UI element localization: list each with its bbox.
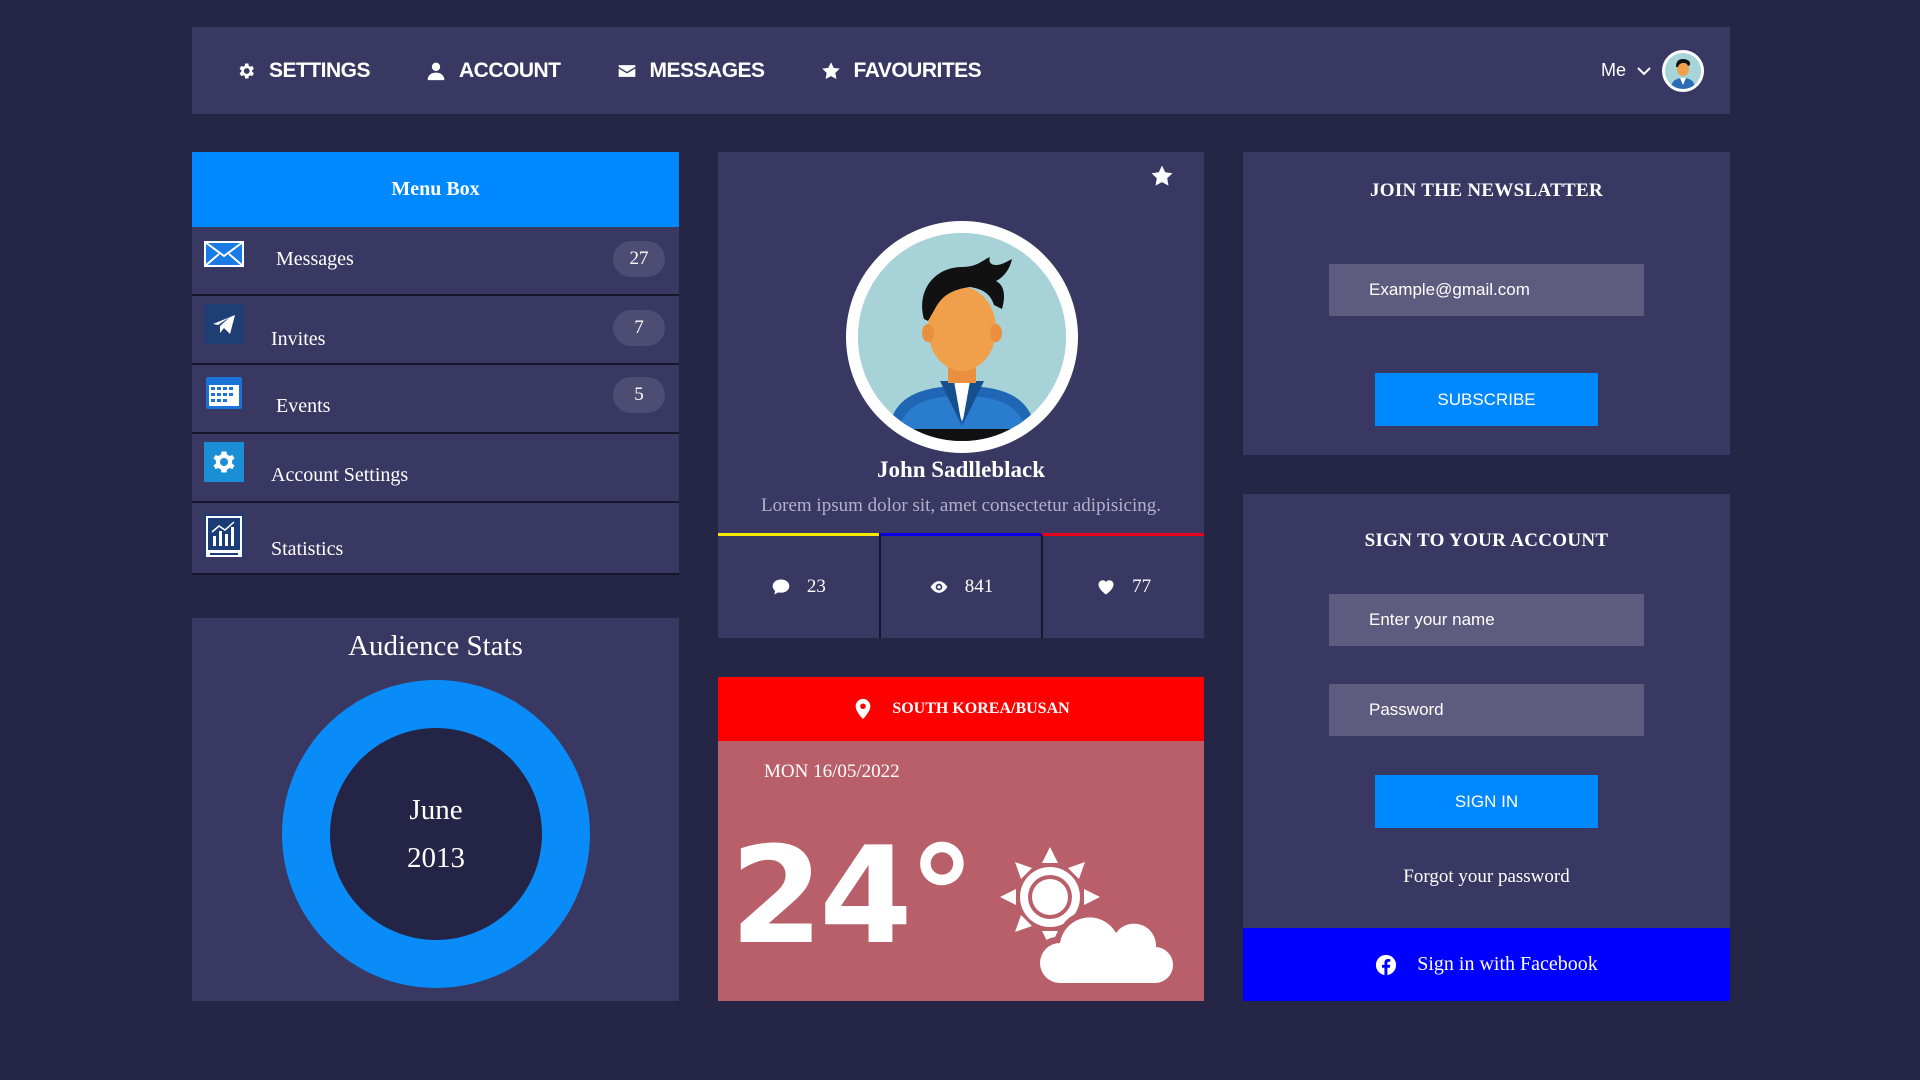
menu-item-messages[interactable]: Messages 27 [192, 227, 679, 296]
menu-item-label: Account Settings [271, 464, 409, 486]
count-badge: 27 [613, 241, 665, 277]
settings-icon [204, 442, 244, 482]
user-icon [427, 62, 445, 80]
envelope-icon [618, 64, 635, 77]
menu-box-title: Menu Box [192, 152, 679, 227]
user-menu-label: Me [1600, 60, 1626, 80]
sign-in-button[interactable]: SIGN IN [1375, 775, 1598, 828]
stat-comments[interactable]: 23 [718, 533, 879, 638]
nav-messages[interactable]: MESSAGES [617, 27, 765, 114]
partly-cloudy-icon [1000, 847, 1176, 984]
password-field[interactable] [1329, 684, 1644, 736]
mail-icon [204, 241, 244, 267]
sign-in-title: SIGN TO YOUR ACCOUNT [1364, 530, 1609, 551]
nav-account-label: ACCOUNT [459, 58, 561, 82]
count-badge: 7 [613, 310, 665, 346]
facebook-icon [1376, 954, 1397, 975]
stat-views-value: 841 [964, 576, 994, 597]
nav-settings[interactable]: SETTINGS [236, 27, 371, 114]
facebook-sign-in-label: Sign in with Facebook [1417, 953, 1598, 975]
profile-name: John Sadlleblack [876, 457, 1046, 482]
weather-date: MON 16/05/2022 [764, 761, 900, 782]
nav-account[interactable]: ACCOUNT [426, 27, 561, 114]
facebook-sign-in-button[interactable]: Sign in with Facebook [1243, 928, 1730, 1001]
stat-comments-value: 23 [806, 576, 826, 597]
subscribe-button[interactable]: SUBSCRIBE [1375, 373, 1598, 426]
nav-favourites-label: FAVOURITES [853, 58, 982, 82]
comment-icon [772, 579, 790, 595]
profile-card: John Sadlleblack Lorem ipsum dolor sit, … [718, 152, 1205, 638]
menu-item-label: Statistics [271, 538, 344, 560]
email-field[interactable] [1329, 264, 1644, 316]
calendar-icon [206, 377, 242, 409]
data-analysis-icon [204, 514, 244, 557]
top-navigation: SETTINGS ACCOUNT MESSAGES FAVOURITES Me [192, 27, 1730, 114]
send-icon [204, 304, 244, 344]
weather-body: MON 16/05/2022 24° [718, 741, 1204, 1001]
audience-stats-title: Audience Stats [348, 630, 523, 662]
menu-item-statistics[interactable]: Statistics [192, 503, 679, 575]
map-pin-icon [855, 698, 871, 720]
sign-in-card: SIGN TO YOUR ACCOUNT SIGN IN Forgot your… [1243, 494, 1730, 1001]
menu-item-invites[interactable]: Invites 7 [192, 296, 679, 365]
menu-item-label: Messages [276, 248, 354, 270]
weather-location: SOUTH KOREA/BUSAN [892, 700, 1070, 717]
nav-favourites[interactable]: FAVOURITES [821, 27, 982, 114]
newsletter-card: JOIN THE NEWSLATTER SUBSCRIBE [1243, 152, 1730, 455]
count-badge: 5 [613, 377, 665, 413]
donut-center: June 2013 [330, 728, 542, 940]
donut-year: 2013 [407, 842, 465, 874]
profile-description: Lorem ipsum dolor sit, amet consectetur … [761, 495, 1161, 516]
profile-stats: 23 841 77 [718, 533, 1205, 638]
user-menu[interactable]: Me [1601, 27, 1704, 114]
menu-item-account-settings[interactable]: Account Settings [192, 434, 679, 503]
stat-views[interactable]: 841 [878, 533, 1042, 638]
audience-donut-chart: June 2013 [282, 680, 590, 988]
chevron-down-icon [1637, 66, 1651, 75]
weather-location-bar: SOUTH KOREA/BUSAN [718, 677, 1204, 741]
weather-card: SOUTH KOREA/BUSAN MON 16/05/2022 24° [718, 677, 1204, 1001]
menu-item-label: Events [276, 395, 331, 417]
star-icon [821, 61, 840, 79]
profile-avatar [846, 221, 1078, 453]
weather-temperature: 24° [730, 818, 975, 974]
forgot-password-link[interactable]: Forgot your password [1243, 866, 1730, 888]
menu-item-label: Invites [271, 328, 326, 350]
menu-box: Menu Box Messages 27 Invites 7 Events 5 [192, 152, 679, 575]
gear-icon [239, 63, 254, 78]
favorite-star-icon[interactable] [1150, 164, 1174, 188]
eye-icon [930, 581, 948, 593]
stat-likes-value: 77 [1132, 576, 1152, 597]
audience-stats-card: Audience Stats June 2013 [192, 618, 679, 1001]
menu-item-events[interactable]: Events 5 [192, 365, 679, 434]
nav-settings-label: SETTINGS [269, 58, 371, 82]
nav-messages-label: MESSAGES [649, 58, 766, 82]
newsletter-title: JOIN THE NEWSLATTER [1369, 180, 1604, 201]
name-field[interactable] [1329, 594, 1644, 646]
heart-icon [1098, 580, 1114, 595]
avatar[interactable] [1662, 49, 1704, 92]
stat-likes[interactable]: 77 [1041, 533, 1205, 638]
donut-month: June [409, 794, 463, 826]
